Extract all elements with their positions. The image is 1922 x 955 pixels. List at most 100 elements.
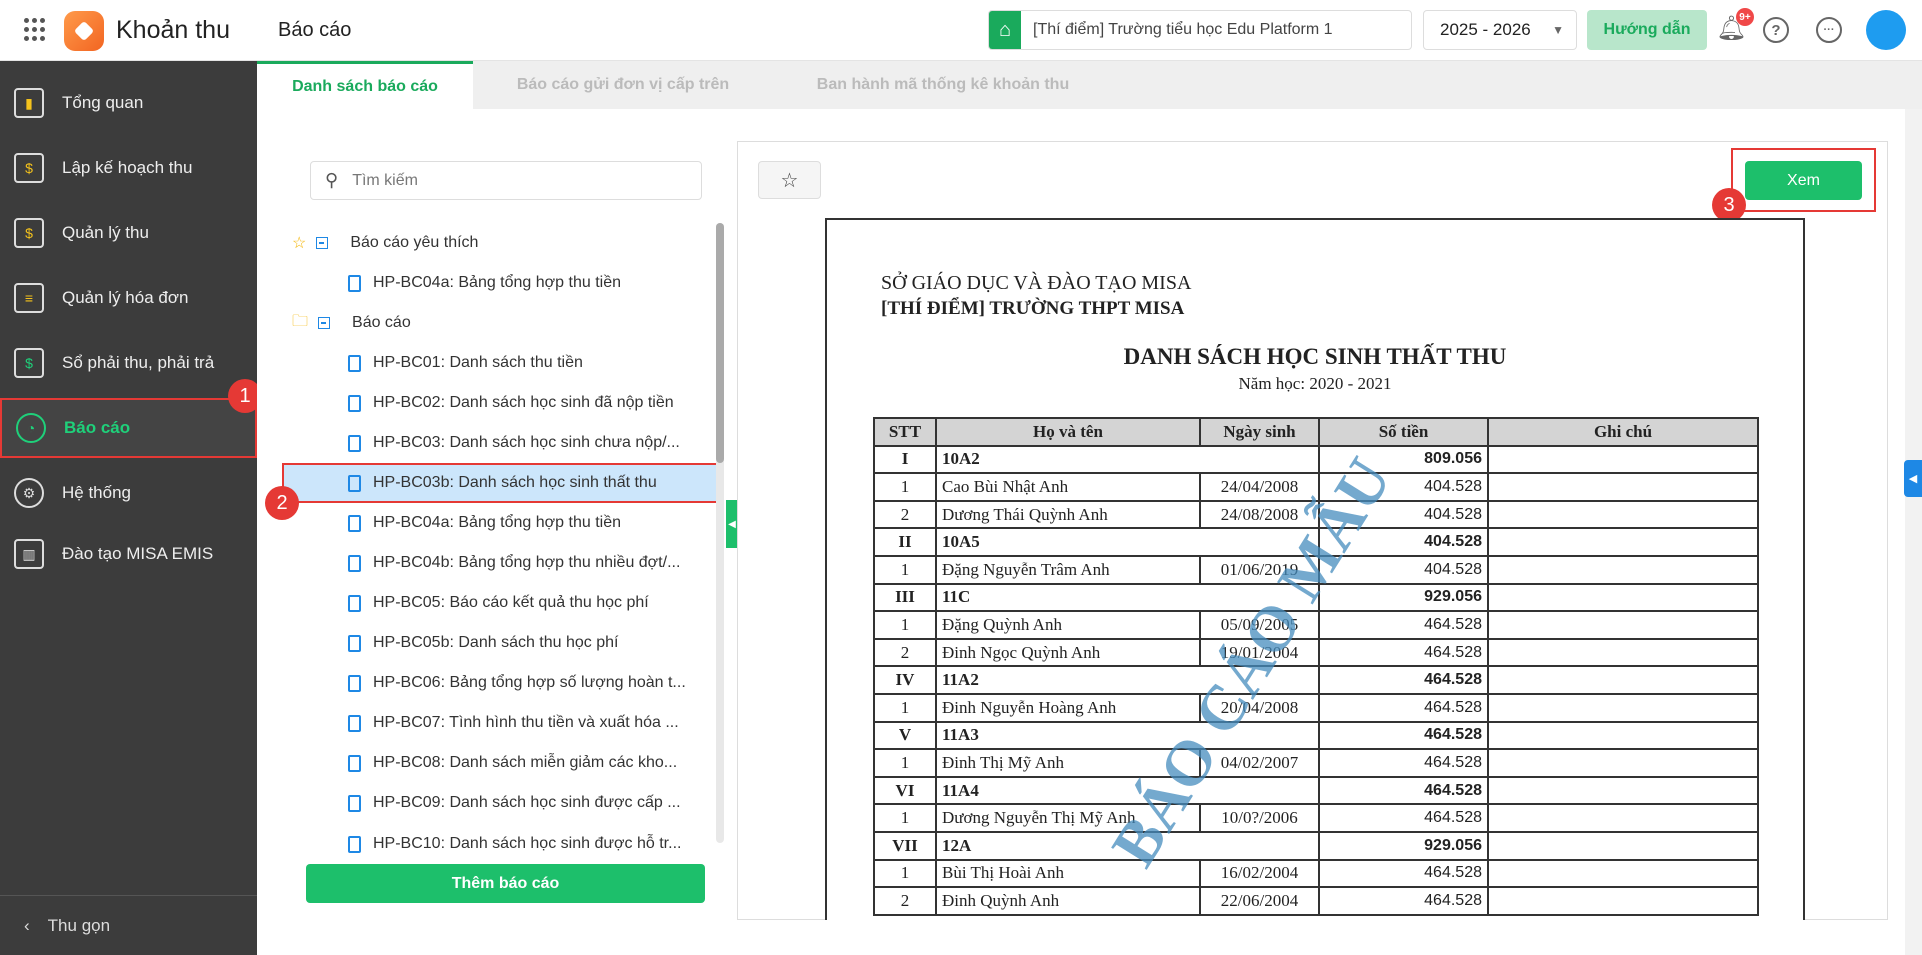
table-row: 1 Đinh Nguyễn Hoàng Anh 20/04/2008 464.528: [873, 692, 1759, 723]
list-item[interactable]: HP-BC04a: Bảng tổng hợp thu tiền: [348, 503, 718, 543]
col-name: Họ và tên: [935, 417, 1201, 447]
book-icon: ▥: [14, 539, 44, 569]
view-button-highlight: [1731, 148, 1876, 212]
sidebar-item-quan-ly-hoa-don[interactable]: ≡ Quản lý hóa đơn: [0, 268, 257, 328]
list-item[interactable]: HP-BC03b: Danh sách học sinh thất thu: [282, 463, 723, 503]
note-cell: [1487, 582, 1759, 613]
add-report-button[interactable]: Thêm báo cáo: [306, 864, 705, 903]
tab-danh-sach-bao-cao[interactable]: Danh sách báo cáo: [257, 61, 473, 109]
list-item[interactable]: HP-BC08: Danh sách miễn giảm các kho...: [348, 743, 718, 783]
note-cell: [1487, 665, 1759, 695]
document-icon: [348, 354, 361, 372]
report-label: HP-BC07: Tình hình thu tiền và xuất hóa …: [373, 714, 679, 731]
list-item[interactable]: HP-BC04b: Bảng tổng hợp thu nhiều đợt/..…: [348, 543, 718, 583]
search-icon: ⚲: [325, 170, 339, 190]
class-group-row: V 11A3 464.528: [873, 720, 1759, 751]
report-school: [THÍ ĐIỂM] TRƯỜNG THPT MISA: [881, 298, 1185, 319]
stt-cell: 1: [873, 748, 937, 778]
gear-icon: ⚙: [14, 478, 44, 508]
table-row: 1 Đinh Thị Mỹ Anh 04/02/2007 464.528: [873, 748, 1759, 778]
document-icon: [348, 554, 361, 572]
list-scrollbar[interactable]: [716, 223, 724, 843]
list-item[interactable]: HP-BC06: Bảng tổng hợp số lượng hoàn t..…: [348, 663, 718, 703]
more-icon[interactable]: ···: [1816, 17, 1842, 43]
note-cell: [1487, 527, 1759, 557]
step-badge-2: 2: [265, 486, 299, 520]
list-item[interactable]: HP-BC05b: Danh sách thu học phí: [348, 623, 718, 663]
note-cell: [1487, 720, 1759, 751]
name-cell: Đinh Quỳnh Anh: [935, 886, 1201, 916]
sidebar-item-tong-quan[interactable]: ▮ Tổng quan: [0, 73, 257, 133]
report-label: HP-BC04b: Bảng tổng hợp thu nhiều đợt/..…: [373, 554, 681, 571]
app-grid-icon[interactable]: [24, 18, 48, 42]
folder-icon: 🗀︎: [292, 312, 309, 330]
year-select[interactable]: 2025 - 2026 ▼: [1423, 10, 1577, 50]
tree-group-reports[interactable]: 🗀︎ Báo cáo: [292, 303, 732, 343]
list-item[interactable]: HP-BC03: Danh sách học sinh chưa nộp/...: [348, 423, 718, 463]
class-group-row: VII 12A 929.056: [873, 830, 1759, 861]
right-panel-toggle[interactable]: ◀: [1904, 460, 1922, 497]
sidebar-item-he-thong[interactable]: ⚙ Hệ thống: [0, 463, 257, 523]
document-icon: [348, 594, 361, 612]
collapse-icon[interactable]: [318, 317, 331, 329]
collapse-icon[interactable]: [316, 237, 329, 249]
note-cell: [1487, 886, 1759, 916]
note-cell: [1487, 444, 1759, 475]
list-item[interactable]: HP-BC01: Danh sách thu tiền: [348, 343, 718, 383]
group-label: Báo cáo: [352, 314, 411, 331]
document-icon: [348, 394, 361, 412]
year-value: 2025 - 2026: [1440, 20, 1531, 39]
list-item[interactable]: HP-BC10: Danh sách học sinh được hỗ tr..…: [348, 823, 718, 853]
stt-cell: I: [873, 444, 937, 475]
stt-cell: II: [873, 527, 937, 557]
calendar-dollar-icon: $: [14, 153, 44, 183]
amount-cell: 464.528: [1318, 637, 1489, 668]
sidebar-item-lap-ke-hoach-thu[interactable]: $ Lập kế hoạch thu: [0, 138, 257, 198]
school-selector[interactable]: ⌂ [Thí điểm] Trường tiểu học Edu Platform…: [988, 10, 1412, 50]
note-cell: [1487, 830, 1759, 861]
guide-button[interactable]: Hướng dẫn: [1587, 10, 1707, 50]
note-cell: [1487, 637, 1759, 668]
ledger-icon: $: [14, 348, 44, 378]
app-logo: [64, 11, 104, 51]
tab-bao-cao-gui-cap-tren[interactable]: Báo cáo gửi đơn vị cấp trên: [473, 61, 773, 109]
sidebar-item-label: Sổ phải thu, phải trả: [62, 353, 215, 372]
list-item[interactable]: HP-BC02: Danh sách học sinh đã nộp tiền: [348, 383, 718, 423]
favorite-star-button[interactable]: ☆: [758, 161, 821, 199]
step-badge-3: 3: [1712, 188, 1746, 222]
list-item[interactable]: HP-BC05: Báo cáo kết quả thu học phí: [348, 583, 718, 623]
chevron-left-icon: ‹: [24, 915, 30, 935]
col-note: Ghi chú: [1487, 417, 1759, 447]
list-item[interactable]: HP-BC07: Tình hình thu tiền và xuất hóa …: [348, 703, 718, 743]
help-icon[interactable]: ?: [1763, 17, 1789, 43]
report-org: SỞ GIÁO DỤC VÀ ĐÀO TẠO MISA: [881, 272, 1192, 294]
table-row: 2 Đinh Ngọc Quỳnh Anh 19/01/2004 464.528: [873, 637, 1759, 668]
list-item[interactable]: HP-BC09: Danh sách học sinh được cấp ...: [348, 783, 718, 823]
sidebar-item-so-phai-thu[interactable]: $ Sổ phải thu, phải trả: [0, 333, 257, 393]
tree-group-favorites[interactable]: ☆ Báo cáo yêu thích: [292, 223, 732, 263]
tab-ban-hanh-ma-thong-ke[interactable]: Ban hành mã thống kê khoản thu: [773, 61, 1113, 109]
sidebar-item-bao-cao[interactable]: ◔ Báo cáo: [0, 398, 257, 458]
sidebar-item-quan-ly-thu[interactable]: $ Quản lý thu: [0, 203, 257, 263]
document-icon: [348, 434, 361, 452]
report-label: HP-BC04a: Bảng tổng hợp thu tiền: [373, 274, 621, 291]
chevron-down-icon: ▼: [1552, 23, 1564, 37]
name-cell: Dương Thái Quỳnh Anh: [935, 499, 1201, 530]
search-input[interactable]: ⚲ Tìm kiếm: [310, 161, 702, 200]
report-label: HP-BC01: Danh sách thu tiền: [373, 354, 583, 371]
sidebar-item-dao-tao[interactable]: ▥ Đào tạo MISA EMIS: [0, 524, 257, 584]
bar-chart-icon: ▮: [14, 88, 44, 118]
avatar[interactable]: [1866, 10, 1906, 50]
name-cell: Đặng Nguyễn Trâm Anh: [935, 554, 1201, 585]
amount-cell: 464.528: [1318, 748, 1489, 778]
stt-cell: IV: [873, 665, 937, 695]
stt-cell: 1: [873, 858, 937, 889]
report-label: HP-BC06: Bảng tổng hợp số lượng hoàn t..…: [373, 674, 686, 691]
sidebar-item-label: Lập kế hoạch thu: [62, 158, 193, 177]
name-cell: Cao Bùi Nhật Anh: [935, 472, 1201, 502]
sidebar-item-label: Quản lý hóa đơn: [62, 288, 189, 307]
name-cell: Đinh Ngọc Quỳnh Anh: [935, 637, 1201, 668]
table-row: 1 Dương Nguyễn Thị Mỹ Anh 10/0?/2006 464.52…: [873, 803, 1759, 833]
amount-cell: 464.528: [1318, 775, 1489, 806]
collapse-sidebar-button[interactable]: ‹ Thu gọn: [0, 895, 257, 955]
